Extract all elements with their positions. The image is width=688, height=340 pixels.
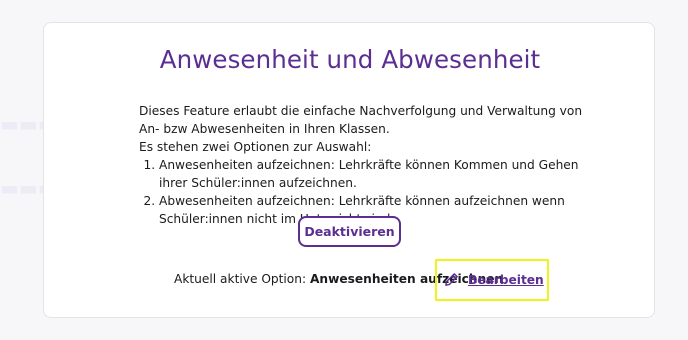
feature-card: Anwesenheit und Abwesenheit Dieses Featu… xyxy=(43,22,655,318)
current-option-label: Aktuell aktive Option: xyxy=(174,272,307,286)
page-title: Anwesenheit und Abwesenheit xyxy=(159,45,541,74)
description-text: Dieses Feature erlaubt die einfache Nach… xyxy=(139,104,583,136)
option-item-attendance: Anwesenheiten aufzeichnen: Lehrkräfte kö… xyxy=(159,156,584,192)
feature-description: Dieses Feature erlaubt die einfache Nach… xyxy=(139,102,584,228)
focus-highlight xyxy=(435,259,549,301)
deactivate-button[interactable]: Deaktivieren xyxy=(298,216,401,247)
options-intro: Es stehen zwei Optionen zur Auswahl: xyxy=(139,140,372,154)
